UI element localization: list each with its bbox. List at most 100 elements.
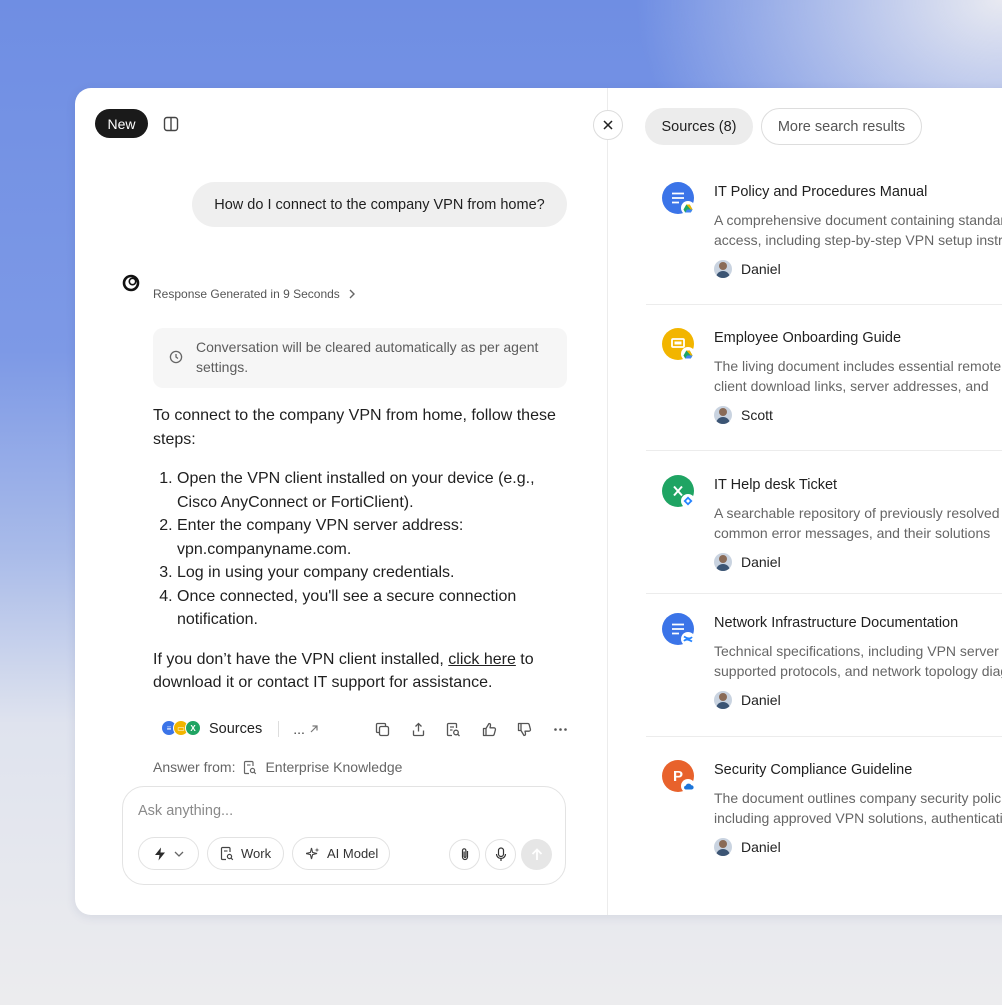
source-title: Network Infrastructure Documentation (714, 615, 959, 631)
answer-step: Once connected, you'll see a secure conn… (177, 585, 573, 632)
source-desc-line: The living document includes essential r… (714, 358, 1002, 374)
chevron-down-icon (174, 851, 183, 857)
source-desc-line: A comprehensive document containing stan… (714, 212, 1002, 228)
assistant-answer: To connect to the company VPN from home,… (153, 404, 573, 695)
notice-text: Conversation will be cleared automatical… (196, 339, 539, 375)
work-doc-icon (220, 846, 234, 861)
pane-divider (607, 88, 608, 915)
document-search-icon[interactable] (436, 718, 472, 740)
source-title: Employee Onboarding Guide (714, 330, 902, 346)
work-label: Work (241, 846, 272, 861)
source-author: Daniel (714, 838, 781, 856)
microphone-icon[interactable] (485, 839, 516, 870)
copy-icon[interactable] (365, 718, 401, 740)
auto-clear-notice: Conversation will be cleared automatical… (153, 328, 567, 388)
tab-sources[interactable]: Sources (8) (645, 108, 753, 145)
divider (646, 593, 1002, 594)
source-description: Technical specifications, including VPN … (714, 642, 1002, 681)
divider (646, 450, 1002, 451)
mode-select[interactable] (138, 837, 199, 870)
source-icons[interactable]: ≡ ▭ X (161, 720, 205, 738)
tab-more-search-results[interactable]: More search results (761, 108, 922, 145)
google-drive-icon (681, 201, 695, 215)
answer-from-label: Answer from: (153, 759, 236, 775)
answer-footer-text: If you don’t have the VPN client install… (153, 650, 449, 668)
sheet-source-icon: X (185, 720, 201, 736)
source-desc-line: Technical specifications, including VPN … (714, 643, 999, 659)
source-author: Daniel (714, 691, 781, 709)
user-message-text: How do I connect to the company VPN from… (214, 196, 545, 213)
source-title: Security Compliance Guideline (714, 762, 913, 778)
sidebar-toggle-icon[interactable] (163, 116, 179, 132)
source-description: The living document includes essential r… (714, 357, 1002, 396)
answer-intro: To connect to the company VPN from home,… (153, 407, 556, 448)
source-card[interactable]: IT Policy and Procedures Manual A compre… (646, 182, 1002, 292)
source-desc-line: including approved VPN solutions, authen… (714, 809, 1002, 826)
chat-composer: Ask anything... Work AI Model (122, 786, 566, 885)
source-desc-line: A searchable repository of previously re… (714, 505, 1000, 521)
user-message-bubble: How do I connect to the company VPN from… (192, 182, 567, 227)
source-author: Scott (714, 406, 773, 424)
assistant-panel: New How do I connect to the company VPN … (75, 88, 1002, 915)
send-icon[interactable] (521, 839, 552, 870)
response-meta-text: Response Generated in 9 Seconds (153, 287, 340, 301)
avatar (714, 406, 732, 424)
source-card[interactable]: P Security Compliance Guideline The docu… (646, 760, 1002, 870)
source-author: Daniel (714, 260, 781, 278)
new-chat-button[interactable]: New (95, 109, 148, 138)
google-drive-icon (681, 347, 695, 361)
lightning-icon (154, 847, 165, 860)
thumbs-up-icon[interactable] (472, 718, 508, 740)
jira-icon (681, 494, 695, 508)
more-label: ... (293, 721, 305, 737)
divider (278, 721, 280, 737)
sources-button[interactable]: Sources (209, 721, 262, 737)
author-name: Scott (741, 407, 773, 423)
chevron-right-icon (349, 289, 355, 299)
download-client-link[interactable]: click here (448, 651, 516, 668)
answer-step: Enter the company VPN server address: vp… (177, 514, 573, 561)
source-card[interactable]: IT Help desk Ticket A searchable reposit… (646, 475, 1002, 585)
avatar (714, 553, 732, 571)
response-meta[interactable]: Response Generated in 9 Seconds (153, 287, 356, 301)
answer-steps: Open the VPN client installed on your de… (153, 467, 573, 632)
knowledge-doc-icon (244, 760, 257, 774)
source-desc-line: The document outlines company security p… (714, 790, 1002, 806)
more-sources-button[interactable]: ... (293, 721, 319, 737)
answer-step: Log in using your company credentials. (177, 561, 573, 585)
more-options-icon[interactable] (543, 718, 579, 740)
ai-model-button[interactable]: AI Model (292, 837, 390, 870)
author-name: Daniel (741, 261, 781, 277)
attach-icon[interactable] (449, 839, 480, 870)
avatar (714, 260, 732, 278)
answer-step: Open the VPN client installed on your de… (177, 467, 573, 514)
divider (646, 304, 1002, 305)
answer-from-value[interactable]: Enterprise Knowledge (265, 759, 402, 775)
close-icon[interactable] (593, 110, 623, 140)
arrow-up-right-icon (310, 725, 318, 733)
ai-model-label: AI Model (327, 846, 379, 861)
thumbs-down-icon[interactable] (507, 718, 543, 740)
assistant-logo-icon (121, 273, 141, 293)
answer-actions (365, 718, 578, 740)
work-button[interactable]: Work (207, 837, 284, 870)
avatar (714, 691, 732, 709)
onedrive-icon (681, 779, 695, 793)
source-desc-line: common error messages, and their solutio… (714, 524, 991, 541)
divider (646, 736, 1002, 737)
source-description: A comprehensive document containing stan… (714, 211, 1002, 250)
source-card[interactable]: Employee Onboarding Guide The living doc… (646, 328, 1002, 438)
author-name: Daniel (741, 692, 781, 708)
source-card[interactable]: Network Infrastructure Documentation Tec… (646, 613, 1002, 723)
source-description: The document outlines company security p… (714, 789, 1002, 828)
message-input[interactable]: Ask anything... (138, 803, 233, 819)
history-icon (169, 350, 183, 370)
source-desc-line: supported protocols, and network topolog… (714, 662, 1002, 679)
answer-from: Answer from: Enterprise Knowledge (153, 759, 402, 775)
author-name: Daniel (741, 554, 781, 570)
source-desc-line: client download links, server addresses,… (714, 377, 989, 394)
share-icon[interactable] (401, 718, 437, 740)
source-desc-line: access, including step-by-step VPN setup… (714, 231, 1002, 248)
source-title: IT Policy and Procedures Manual (714, 184, 928, 200)
confluence-icon (681, 632, 695, 646)
